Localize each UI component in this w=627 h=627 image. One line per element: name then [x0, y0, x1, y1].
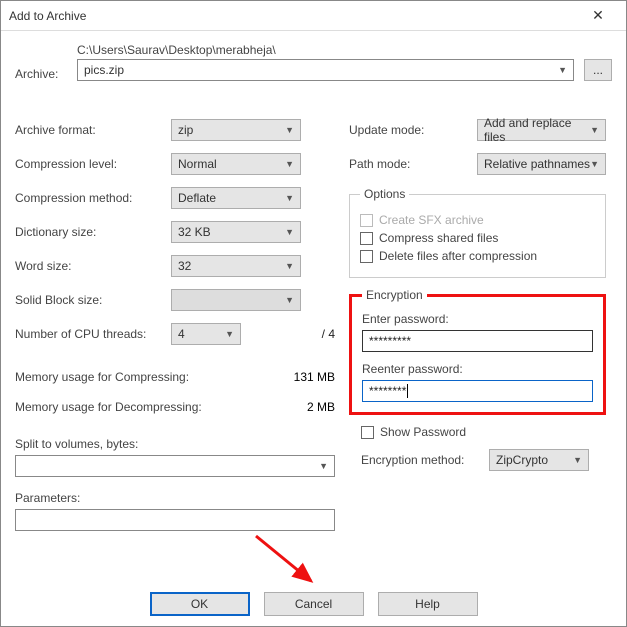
split-label: Split to volumes, bytes: — [15, 437, 335, 451]
archive-filename-select[interactable]: pics.zip ▼ — [77, 59, 574, 81]
level-select[interactable]: Normal▼ — [171, 153, 301, 175]
options-legend: Options — [360, 187, 409, 201]
format-select[interactable]: zip▼ — [171, 119, 301, 141]
reenter-password-label: Reenter password: — [362, 362, 593, 376]
close-icon[interactable]: ✕ — [578, 7, 618, 24]
level-label: Compression level: — [15, 157, 171, 171]
chevron-down-icon: ▼ — [285, 295, 294, 305]
archive-path: C:\Users\Saurav\Desktop\merabheja\ — [77, 43, 574, 57]
options-fieldset: Options Create SFX archive Compress shar… — [349, 187, 606, 278]
params-label: Parameters: — [15, 491, 335, 505]
method-label: Compression method: — [15, 191, 171, 205]
checkbox-icon — [360, 214, 373, 227]
show-password-checkbox[interactable]: Show Password — [361, 425, 606, 439]
mem-comp-value: 131 MB — [294, 370, 335, 384]
dict-label: Dictionary size: — [15, 225, 171, 239]
chevron-down-icon: ▼ — [573, 455, 582, 465]
checkbox-icon — [360, 250, 373, 263]
format-label: Archive format: — [15, 123, 171, 137]
chevron-down-icon: ▼ — [590, 125, 599, 135]
encryption-fieldset: Encryption Enter password: ********* Ree… — [349, 288, 606, 415]
button-bar: OK Cancel Help — [1, 592, 626, 616]
titlebar: Add to Archive ✕ — [1, 1, 626, 31]
chevron-down-icon: ▼ — [285, 159, 294, 169]
chevron-down-icon: ▼ — [225, 329, 234, 339]
threads-select[interactable]: 4▼ — [171, 323, 241, 345]
word-select[interactable]: 32▼ — [171, 255, 301, 277]
help-button[interactable]: Help — [378, 592, 478, 616]
password-input[interactable]: ********* — [362, 330, 593, 352]
update-label: Update mode: — [349, 123, 477, 137]
enter-password-label: Enter password: — [362, 312, 593, 326]
chevron-down-icon: ▼ — [285, 193, 294, 203]
sfx-checkbox: Create SFX archive — [360, 213, 595, 227]
shared-checkbox[interactable]: Compress shared files — [360, 231, 595, 245]
update-select[interactable]: Add and replace files▼ — [477, 119, 606, 141]
path-label: Path mode: — [349, 157, 477, 171]
chevron-down-icon: ▼ — [285, 261, 294, 271]
mem-decomp-value: 2 MB — [307, 400, 335, 414]
checkbox-icon — [360, 232, 373, 245]
chevron-down-icon: ▼ — [558, 65, 567, 75]
chevron-down-icon: ▼ — [590, 159, 599, 169]
archive-label: Archive: — [15, 67, 67, 81]
mem-comp-label: Memory usage for Compressing: — [15, 370, 189, 384]
dialog-window: Add to Archive ✕ Archive: C:\Users\Saura… — [0, 0, 627, 627]
dict-select[interactable]: 32 KB▼ — [171, 221, 301, 243]
word-label: Word size: — [15, 259, 171, 273]
threads-max: / 4 — [322, 327, 335, 341]
threads-label: Number of CPU threads: — [15, 327, 171, 341]
encmethod-select[interactable]: ZipCrypto▼ — [489, 449, 589, 471]
cursor-icon — [407, 384, 408, 398]
reenter-password-input[interactable]: ******** — [362, 380, 593, 402]
delete-checkbox[interactable]: Delete files after compression — [360, 249, 595, 263]
checkbox-icon — [361, 426, 374, 439]
archive-filename: pics.zip — [84, 63, 124, 77]
params-input[interactable] — [15, 509, 335, 531]
solid-label: Solid Block size: — [15, 293, 171, 307]
encryption-legend: Encryption — [362, 288, 427, 302]
path-select[interactable]: Relative pathnames▼ — [477, 153, 606, 175]
encmethod-label: Encryption method: — [361, 453, 489, 467]
chevron-down-icon: ▼ — [285, 227, 294, 237]
method-select[interactable]: Deflate▼ — [171, 187, 301, 209]
chevron-down-icon: ▼ — [285, 125, 294, 135]
chevron-down-icon: ▼ — [319, 461, 328, 471]
window-title: Add to Archive — [9, 9, 578, 23]
browse-button[interactable]: ... — [584, 59, 612, 81]
split-select[interactable]: ▼ — [15, 455, 335, 477]
ok-button[interactable]: OK — [150, 592, 250, 616]
mem-decomp-label: Memory usage for Decompressing: — [15, 400, 202, 414]
solid-select[interactable]: ▼ — [171, 289, 301, 311]
cancel-button[interactable]: Cancel — [264, 592, 364, 616]
